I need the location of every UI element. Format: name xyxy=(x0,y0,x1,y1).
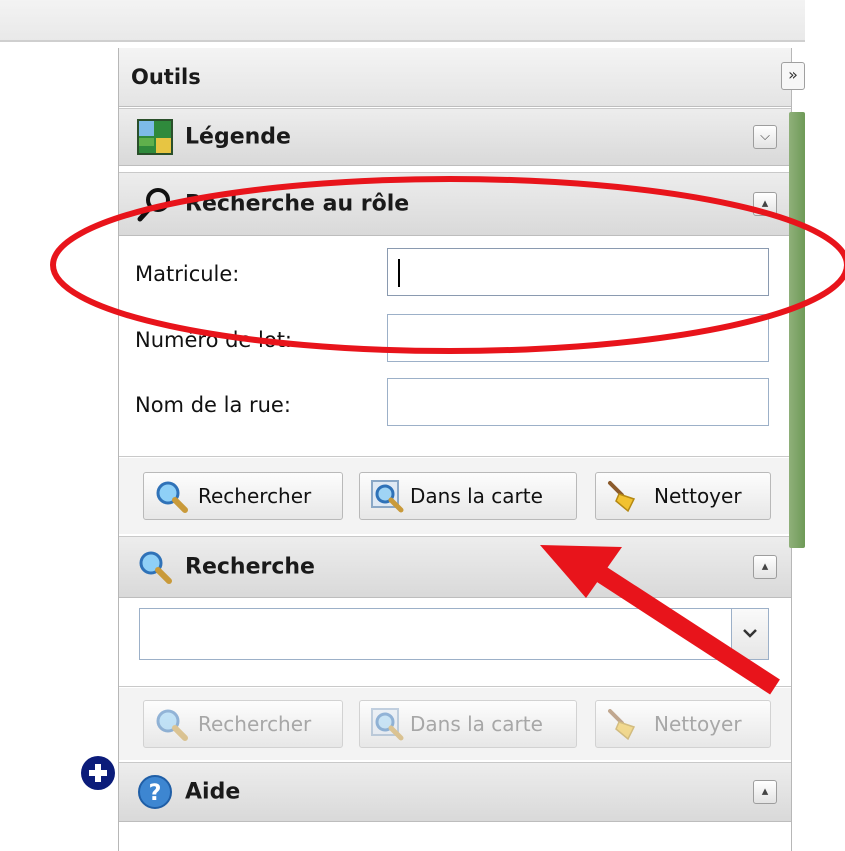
dans-la-carte-button[interactable]: Dans la carte xyxy=(359,472,577,520)
tools-panel: Outils » Légende ⌵︎ Recherche au rôle ▴ … xyxy=(118,48,805,851)
role-search-form: Matricule: Numéro de lot: Nom de la rue: xyxy=(119,236,791,457)
map-search-icon xyxy=(370,479,404,513)
numero-lot-label: Numéro de lot: xyxy=(135,328,293,352)
nom-rue-input[interactable] xyxy=(387,378,769,426)
recherche-title: Recherche xyxy=(185,554,315,580)
tools-panel-header: Outils » xyxy=(119,48,805,107)
add-icon[interactable] xyxy=(80,755,116,791)
magnifier-icon xyxy=(137,186,173,222)
rechercher-label: Rechercher xyxy=(198,712,312,736)
legende-title: Légende xyxy=(185,124,291,150)
collapse-section-button[interactable]: ▴ xyxy=(753,555,777,579)
combo-dropdown-button[interactable] xyxy=(731,608,769,660)
broom-icon xyxy=(606,707,640,741)
matricule-label: Matricule: xyxy=(135,262,240,286)
rechercher-label: Rechercher xyxy=(198,484,312,508)
help-icon: ? xyxy=(137,774,173,810)
search-icon xyxy=(137,549,173,585)
search-icon xyxy=(154,707,188,741)
role-search-title: Recherche au rôle xyxy=(185,191,410,217)
expand-label: » xyxy=(788,65,798,84)
recherche-buttons: Rechercher Dans la carte Nettoyer xyxy=(119,688,791,760)
legende-section-header[interactable]: Légende ⌵︎ xyxy=(119,108,791,166)
rechercher-button[interactable]: Rechercher xyxy=(143,472,343,520)
collapse-section-button[interactable]: ▴ xyxy=(753,192,777,216)
numero-lot-input[interactable] xyxy=(387,314,769,362)
nettoyer-label: Nettoyer xyxy=(654,484,742,508)
rechercher-button-disabled[interactable]: Rechercher xyxy=(143,700,343,748)
aide-title: Aide xyxy=(185,779,241,805)
recherche-body xyxy=(119,598,791,687)
chevron-down-icon xyxy=(742,625,758,645)
legend-map-icon xyxy=(137,119,173,155)
top-bar xyxy=(0,0,805,42)
nom-rue-label: Nom de la rue: xyxy=(135,393,291,417)
recherche-section-header[interactable]: Recherche ▴ xyxy=(119,536,791,598)
nettoyer-button-disabled[interactable]: Nettoyer xyxy=(595,700,771,748)
scrollbar[interactable] xyxy=(789,112,805,548)
svg-text:?: ? xyxy=(149,781,162,806)
map-search-icon xyxy=(370,707,404,741)
dans-la-carte-label: Dans la carte xyxy=(410,484,543,508)
nettoyer-button[interactable]: Nettoyer xyxy=(595,472,771,520)
role-search-buttons: Rechercher Dans la carte Nettoyer xyxy=(119,458,791,534)
dans-la-carte-button-disabled[interactable]: Dans la carte xyxy=(359,700,577,748)
collapse-section-button[interactable]: ▴ xyxy=(753,780,777,804)
nettoyer-label: Nettoyer xyxy=(654,712,742,736)
aide-section-header[interactable]: ? Aide ▴ xyxy=(119,762,791,822)
matricule-input[interactable] xyxy=(387,248,769,296)
expand-section-button[interactable]: ⌵︎ xyxy=(753,125,777,149)
text-cursor xyxy=(398,259,400,287)
search-icon xyxy=(154,479,188,513)
recherche-combobox[interactable] xyxy=(139,608,753,660)
panel-title: Outils xyxy=(131,65,201,89)
broom-icon xyxy=(606,479,640,513)
role-search-section-header[interactable]: Recherche au rôle ▴ xyxy=(119,172,791,236)
dans-la-carte-label: Dans la carte xyxy=(410,712,543,736)
expand-panel-button[interactable]: » xyxy=(781,62,805,90)
